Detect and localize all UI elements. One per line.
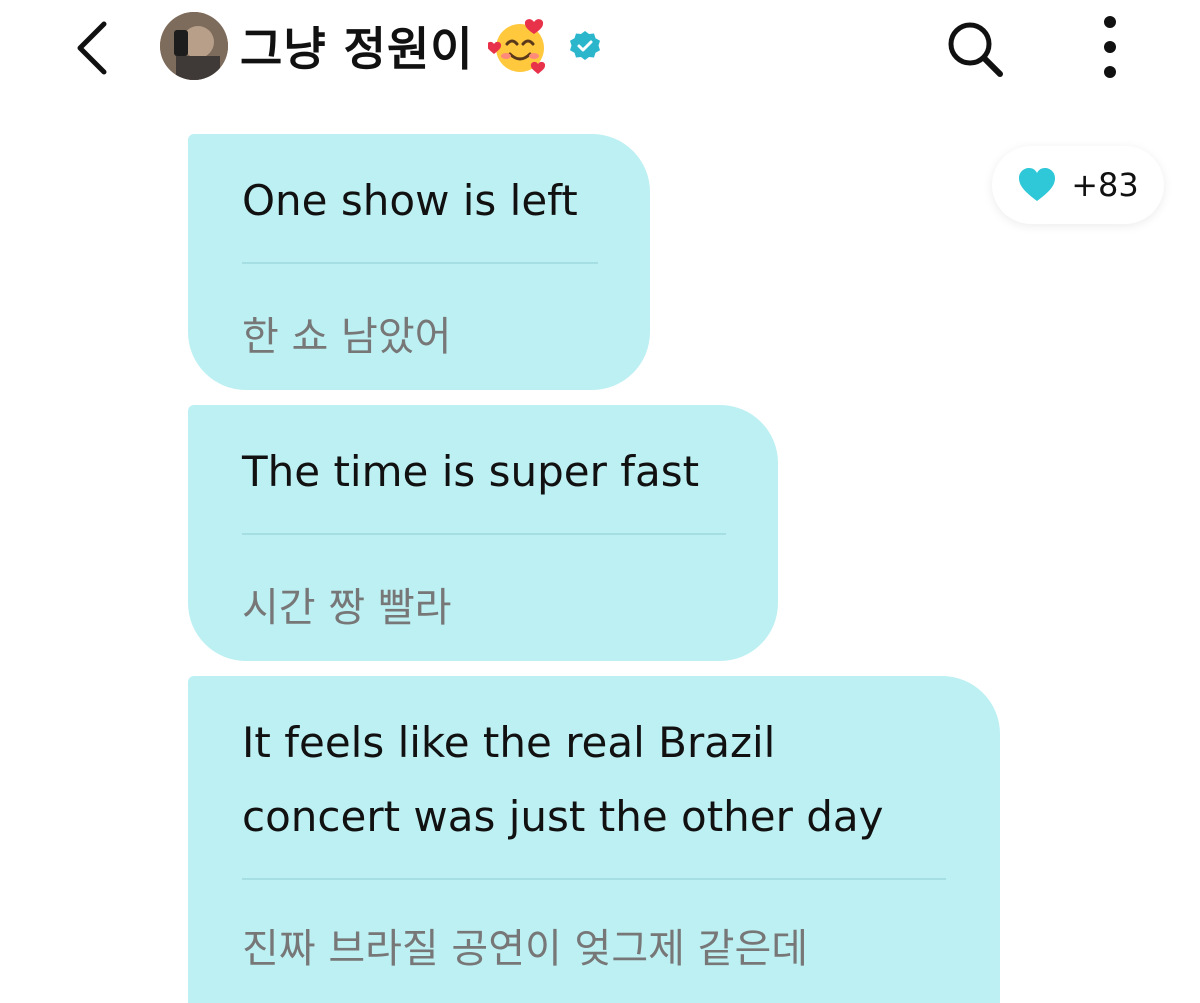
more-options-button[interactable] [1088,12,1132,82]
translation-divider [242,262,598,264]
message-bubble[interactable]: One show is left 한 쇼 남았어 [188,134,650,390]
message-bubble[interactable]: It feels like the real Brazil concert wa… [188,676,1000,1003]
message-bubble[interactable]: The time is super fast 시간 짱 빨라 [188,405,778,661]
message-translation: 시간 짱 빨라 [242,585,452,631]
message-translation: 한 쇼 남았어 [242,314,452,360]
back-button[interactable] [62,16,122,80]
chat-title: 그냥 정원이 [240,14,602,78]
heart-icon [1019,168,1056,201]
avatar[interactable] [160,12,228,80]
message-text: concert was just the other day [242,792,884,841]
chevron-left-icon [77,21,107,75]
message-translation: 진짜 브라질 공연이 엊그제 같은데 [242,926,809,972]
avatar-photo [160,12,228,80]
verified-badge-icon [569,31,600,60]
more-vertical-icon [1104,16,1116,78]
message-text: It feels like the real Brazil [242,718,776,767]
reaction-counter[interactable]: +83 [992,146,1164,224]
search-button[interactable] [940,14,1010,84]
search-icon [948,22,1003,77]
smiling-face-with-hearts-icon [487,19,545,74]
translation-divider [242,533,726,535]
message-text: One show is left [242,176,578,225]
artist-name: 그냥 정원이 [240,22,474,76]
chat-header: 그냥 정원이 [0,0,1200,100]
message-text: The time is super fast [242,447,700,496]
reaction-count: +83 [1071,166,1139,204]
translation-divider [242,878,946,880]
